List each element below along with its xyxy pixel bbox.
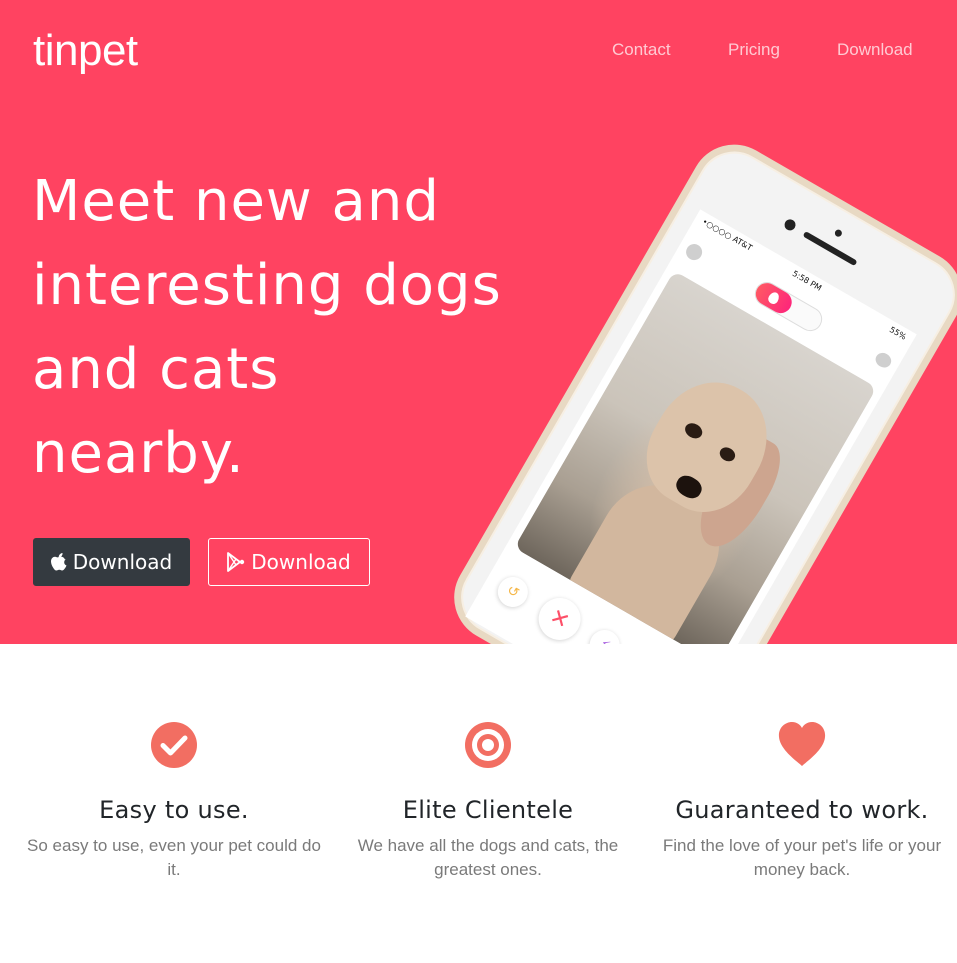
hero-section: tinpet Contact Pricing Download Meet new…	[0, 0, 957, 644]
feature-title: Easy to use.	[99, 796, 249, 824]
profile-icon	[683, 241, 706, 263]
google-play-download-button[interactable]: Download	[208, 538, 370, 586]
feature-elite-clientele: Elite Clientele We have all the dogs and…	[338, 720, 638, 882]
phone-camera	[782, 217, 798, 233]
features-section: Easy to use. So easy to use, even your p…	[0, 644, 957, 963]
phone-screen: •○○○○ AT&T 5:58 PM 55% ↺ ✕	[465, 209, 917, 644]
phone-speaker	[802, 230, 858, 267]
phone-frame: •○○○○ AT&T 5:58 PM 55% ↺ ✕	[440, 130, 957, 644]
phone-mockup: •○○○○ AT&T 5:58 PM 55% ↺ ✕	[440, 130, 957, 644]
apple-icon	[50, 553, 67, 571]
boost-bolt-icon: ⚡	[584, 624, 626, 644]
nav-pricing-link[interactable]: Pricing	[728, 40, 780, 60]
heart-icon	[778, 722, 826, 766]
nope-x-icon: ✕	[530, 590, 589, 644]
check-circle-icon	[151, 722, 197, 768]
feature-easy-to-use: Easy to use. So easy to use, even your p…	[24, 720, 324, 882]
feature-title: Elite Clientele	[402, 796, 574, 824]
app-store-download-label: Download	[72, 550, 173, 574]
google-play-icon	[227, 552, 245, 572]
phone-sensor	[833, 228, 844, 238]
feature-text: We have all the dogs and cats, the great…	[357, 836, 619, 879]
google-play-download-label: Download	[251, 550, 351, 574]
top-nav: Contact Pricing Download	[0, 40, 957, 60]
status-battery: 55%	[887, 325, 908, 342]
feature-text: So easy to use, even your pet could do i…	[27, 836, 321, 879]
nav-contact-link[interactable]: Contact	[612, 40, 671, 60]
chat-icon	[872, 350, 894, 371]
feature-title: Guaranteed to work.	[675, 796, 929, 824]
feature-guaranteed: Guaranteed to work. Find the love of you…	[652, 720, 952, 882]
undo-icon: ↺	[492, 571, 534, 613]
bullseye-icon	[465, 722, 511, 768]
feature-text: Find the love of your pet's life or your…	[662, 836, 942, 879]
nav-download-link[interactable]: Download	[837, 40, 913, 60]
hero-headline: Meet new and interesting dogs and cats n…	[32, 169, 502, 486]
app-store-download-button[interactable]: Download	[33, 538, 190, 586]
